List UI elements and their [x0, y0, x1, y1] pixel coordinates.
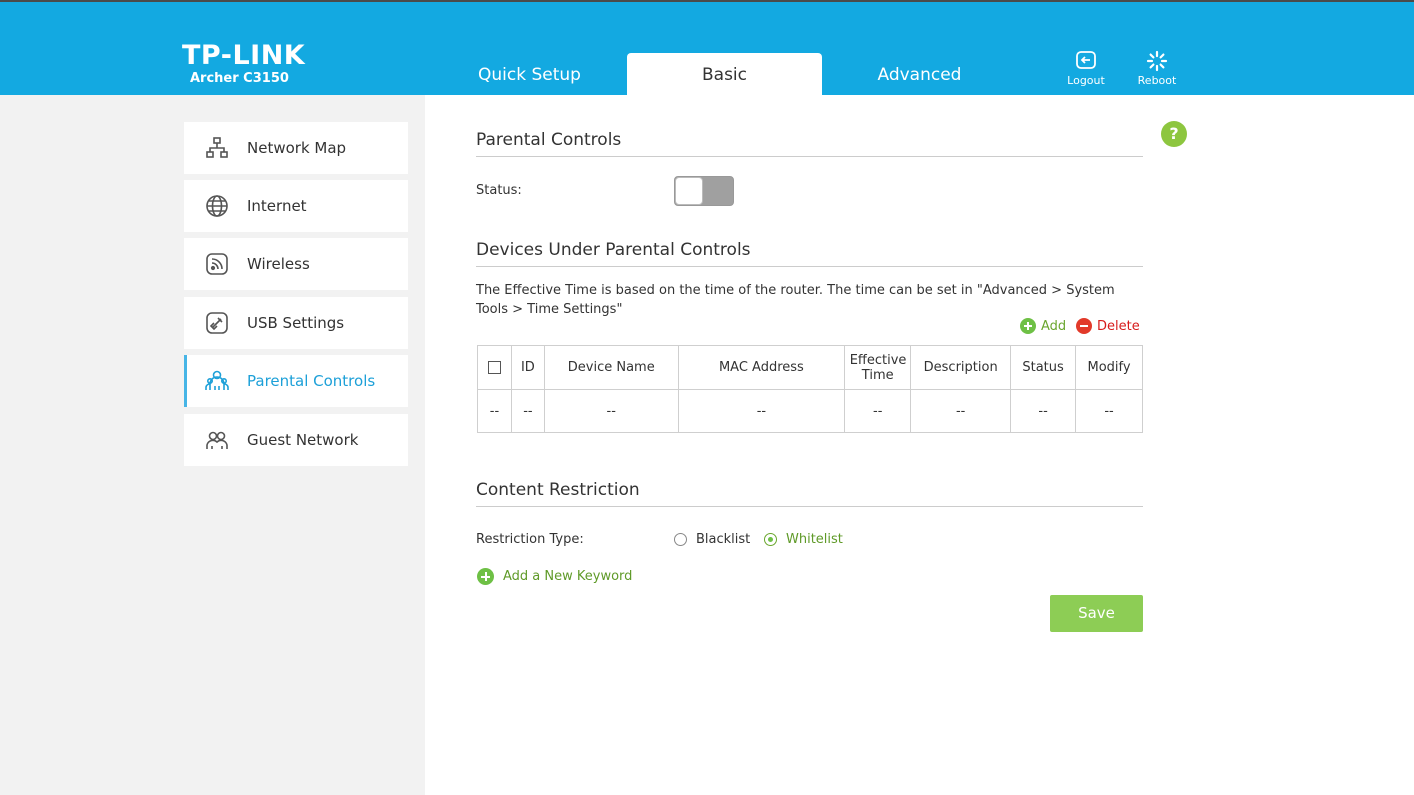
effective-time-description: The Effective Time is based on the time … — [476, 283, 1115, 317]
parental-controls-icon — [205, 370, 229, 390]
table-cell: -- — [1075, 389, 1143, 433]
column-header: Device Name — [543, 345, 679, 390]
wireless-icon — [206, 253, 228, 275]
tab-basic[interactable]: Basic — [627, 53, 822, 97]
model-name: Archer C3150 — [190, 71, 289, 86]
sidebar-item-guest-network[interactable]: Guest Network — [184, 414, 408, 466]
table-cell: -- — [677, 389, 846, 433]
tab-advanced[interactable]: Advanced — [822, 53, 1017, 97]
sidebar-item-parental-controls[interactable]: Parental Controls — [184, 355, 408, 407]
reboot-button[interactable]: Reboot — [1132, 50, 1182, 87]
add-icon — [1020, 318, 1036, 334]
select-all-cell — [477, 345, 512, 390]
brand-logo: TP-LINK — [182, 40, 306, 71]
logout-icon — [1076, 51, 1096, 69]
table-cell: -- — [910, 389, 1012, 433]
network-map-icon — [206, 137, 228, 158]
restriction-type-label: Restriction Type: — [476, 532, 584, 547]
help-button[interactable]: ? — [1161, 121, 1187, 147]
sidebar-item-usb-settings[interactable]: USB Settings — [184, 297, 408, 349]
logout-button[interactable]: Logout — [1061, 50, 1111, 87]
toggle-knob — [675, 177, 703, 205]
status-label: Status: — [476, 183, 522, 198]
radio-circle — [764, 533, 777, 546]
delete-icon — [1076, 318, 1092, 334]
delete-device-button[interactable]: Delete — [1076, 318, 1140, 334]
delete-label: Delete — [1097, 318, 1140, 334]
add-keyword-icon — [477, 568, 494, 585]
add-keyword-label: Add a New Keyword — [503, 569, 633, 584]
table-row: -- -- -- -- -- -- -- -- — [477, 389, 1143, 433]
add-device-button[interactable]: Add — [1020, 318, 1066, 334]
reboot-icon — [1146, 50, 1168, 72]
whitelist-label: Whitelist — [786, 532, 843, 547]
table-cell: -- — [477, 389, 512, 433]
radio-circle — [674, 533, 687, 546]
sidebar-item-internet[interactable]: Internet — [184, 180, 408, 232]
select-all-checkbox[interactable] — [487, 361, 501, 374]
column-header: Description — [910, 345, 1012, 390]
tab-quick-setup[interactable]: Quick Setup — [432, 53, 627, 97]
content-restriction-heading: Content Restriction — [476, 480, 1143, 507]
parental-controls-heading: Parental Controls — [476, 130, 1143, 157]
sidebar-item-network-map[interactable]: Network Map — [184, 122, 408, 174]
sidebar-item-label: Network Map — [247, 139, 347, 157]
column-header-text: Effective Time — [849, 352, 907, 383]
sidebar-item-label: Parental Controls — [247, 372, 376, 390]
reboot-label: Reboot — [1137, 74, 1177, 87]
column-header: Modify — [1075, 345, 1143, 390]
top-bar: TP-LINK Archer C3150 Quick Setup Basic A… — [0, 0, 1414, 97]
whitelist-radio[interactable]: Whitelist — [764, 532, 843, 547]
logout-label: Logout — [1067, 74, 1105, 87]
devices-table: ID Device Name MAC Address Effective Tim… — [477, 345, 1143, 433]
globe-icon — [206, 195, 228, 217]
blacklist-label: Blacklist — [696, 532, 751, 547]
sidebar-item-wireless[interactable]: Wireless — [184, 238, 408, 290]
column-header: ID — [510, 345, 545, 390]
sidebar-item-label: Guest Network — [247, 431, 359, 449]
devices-heading: Devices Under Parental Controls — [476, 240, 1143, 267]
table-header-row: ID Device Name MAC Address Effective Tim… — [477, 345, 1143, 390]
sidebar-item-label: Wireless — [247, 255, 310, 273]
table-cell: -- — [844, 389, 912, 433]
column-header: Effective Time — [844, 345, 912, 390]
column-header: Status — [1010, 345, 1077, 390]
sidebar-item-label: Internet — [247, 197, 307, 215]
guest-network-icon — [206, 431, 228, 449]
usb-icon — [206, 312, 228, 334]
sidebar-item-label: USB Settings — [247, 314, 345, 332]
column-header: MAC Address — [677, 345, 846, 390]
status-toggle[interactable] — [674, 176, 734, 206]
blacklist-radio[interactable]: Blacklist — [674, 532, 750, 547]
table-cell: -- — [1010, 389, 1077, 433]
add-keyword-button[interactable]: Add a New Keyword — [477, 568, 632, 585]
table-cell: -- — [543, 389, 679, 433]
table-cell: -- — [510, 389, 545, 433]
save-button[interactable]: Save — [1050, 595, 1143, 632]
add-label: Add — [1041, 318, 1067, 334]
